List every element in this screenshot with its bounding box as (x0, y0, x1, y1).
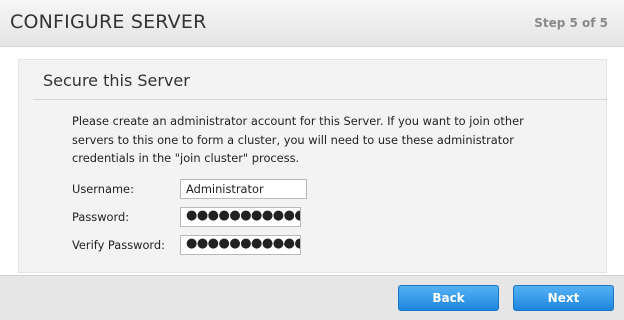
verify-password-field[interactable]: ●●●●●●●●●●● (180, 235, 301, 255)
back-button[interactable]: Back (398, 285, 499, 311)
next-button[interactable]: Next (513, 285, 614, 311)
password-value: ●●●●●●●●●●● (186, 208, 301, 223)
username-label: Username: (72, 182, 134, 196)
eye-icon[interactable] (283, 240, 295, 249)
step-indicator: Step 5 of 5 (534, 16, 608, 30)
section-divider (33, 99, 607, 100)
intro-text: Please create an administrator account f… (72, 114, 524, 165)
username-value: Administrator (186, 182, 264, 196)
verify-password-label: Verify Password: (72, 238, 165, 252)
password-field[interactable]: ●●●●●●●●●●● (180, 207, 301, 227)
password-label: Password: (72, 210, 130, 224)
username-field[interactable]: Administrator (180, 179, 307, 199)
wizard-header: CONFIGURE SERVER Step 5 of 5 (0, 0, 624, 47)
section-title: Secure this Server (43, 71, 190, 90)
page-title: CONFIGURE SERVER (10, 11, 207, 33)
